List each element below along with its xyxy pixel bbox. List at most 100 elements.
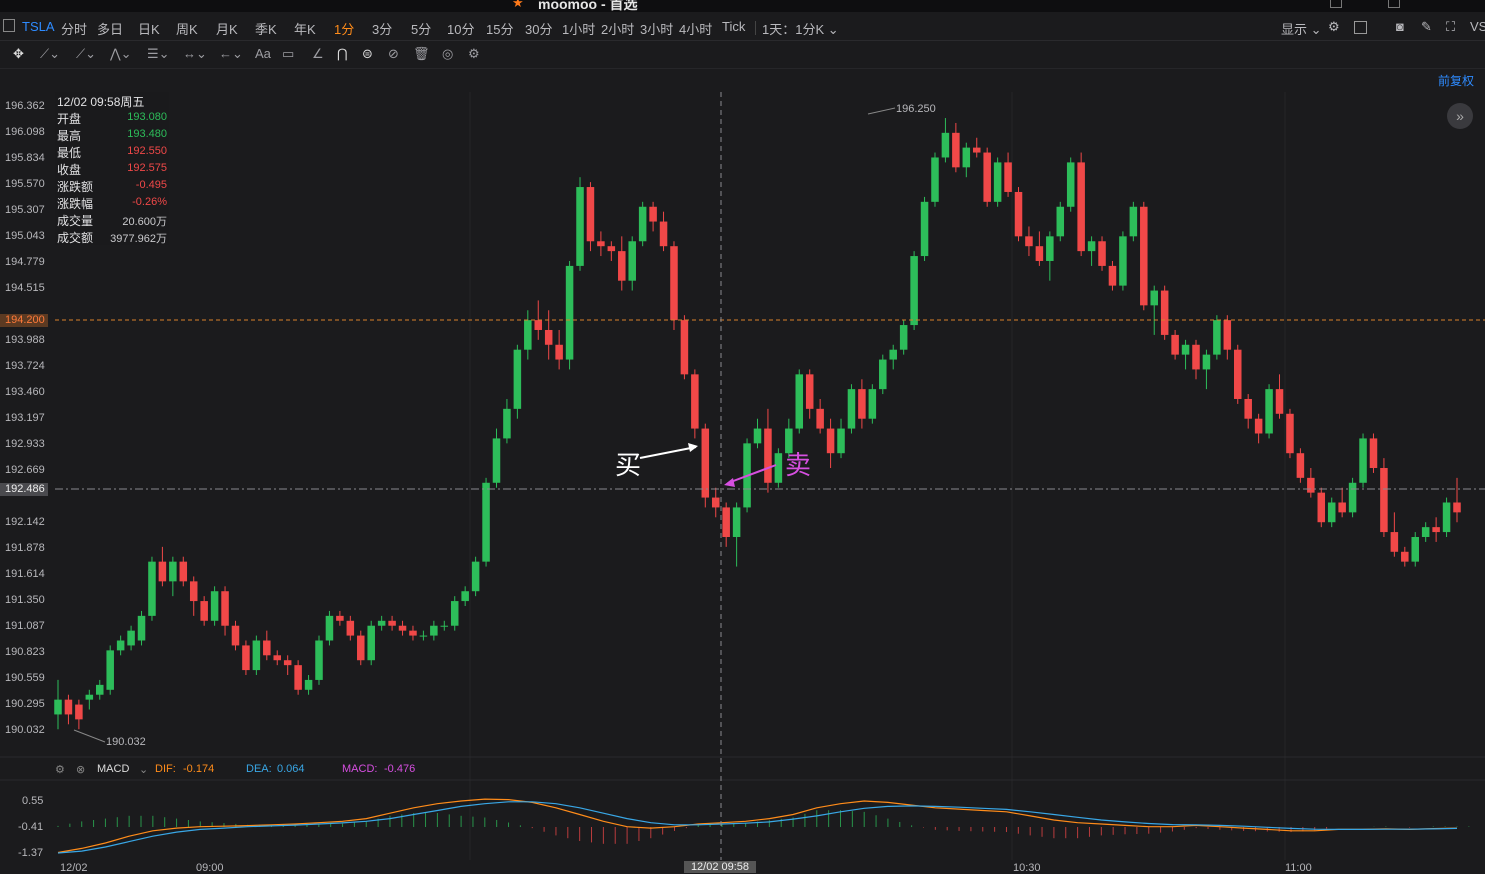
macd-settings-icon[interactable]: ⚙	[55, 763, 65, 776]
candle-body	[1244, 398, 1252, 419]
info-key: 成交额	[57, 231, 94, 245]
candle	[137, 610, 146, 646]
candle-body	[1338, 502, 1346, 513]
candle-body	[283, 660, 292, 666]
info-value: 192.575	[127, 162, 167, 174]
candle	[1160, 285, 1169, 340]
candle	[1014, 187, 1023, 242]
candle-body	[189, 581, 198, 602]
candle	[1213, 315, 1221, 360]
candle	[1453, 477, 1461, 523]
candle-body	[1453, 502, 1461, 513]
price-axis-tick: 191.087	[5, 620, 45, 632]
candle-body	[1359, 438, 1367, 483]
candle-body	[1432, 527, 1440, 533]
candle	[879, 354, 887, 395]
candle-body	[1233, 349, 1242, 399]
candle	[952, 122, 960, 173]
candle-body	[649, 206, 657, 222]
buy-arrowhead	[688, 443, 698, 452]
candle	[357, 630, 365, 666]
candle	[96, 679, 104, 700]
candle	[1432, 517, 1440, 542]
candle	[597, 231, 605, 257]
buy-annotation: 买	[615, 451, 641, 481]
candle	[1087, 236, 1096, 266]
price-axis-tick: 190.295	[5, 698, 45, 711]
price-axis-tick: 194.515	[5, 282, 45, 295]
candle	[304, 675, 313, 695]
chevron-down-icon[interactable]: ⌄	[139, 763, 148, 776]
candle-body	[889, 349, 897, 360]
candle	[972, 137, 981, 158]
candle	[1296, 448, 1305, 483]
candle	[732, 502, 741, 567]
price-axis-tick: 196.098	[5, 126, 45, 139]
candle-body	[931, 157, 939, 202]
candle	[701, 423, 710, 508]
candle-body	[304, 679, 313, 690]
candle	[210, 586, 219, 626]
price-axis-tick: 192.933	[5, 438, 45, 451]
candle-body	[430, 625, 438, 636]
candle	[1327, 497, 1336, 528]
candle	[116, 635, 125, 656]
candle	[1275, 374, 1284, 419]
candle	[805, 369, 814, 419]
macd-tick: -1.37	[18, 847, 44, 859]
candle	[252, 635, 261, 676]
price-axis-tick: 192.142	[5, 516, 45, 528]
candle-body	[450, 601, 459, 626]
candle-body	[1317, 492, 1326, 523]
candle	[64, 694, 73, 725]
candle	[1025, 226, 1033, 257]
candle-body	[75, 704, 83, 720]
candle-body	[858, 389, 866, 419]
high-price-label: 196.250	[896, 103, 936, 115]
price-axis-tick: 190.032	[5, 724, 45, 736]
candle	[1192, 339, 1200, 380]
candle	[1369, 433, 1378, 473]
macd-close-icon[interactable]: ⊗	[76, 763, 85, 776]
price-axis-tick: 191.878	[5, 542, 45, 555]
candle-body	[325, 615, 334, 641]
candle-body	[701, 428, 710, 498]
candle-body	[962, 147, 971, 168]
info-key: 开盘	[57, 112, 82, 126]
candle	[868, 384, 877, 424]
price-axis-tick: 190.823	[5, 646, 45, 659]
candle	[419, 630, 428, 641]
macd-tick: 0.55	[22, 795, 44, 807]
candle-body	[1254, 418, 1263, 434]
candle-body	[1369, 438, 1378, 468]
candle	[242, 640, 250, 676]
candle-body	[952, 132, 960, 168]
candle	[1056, 201, 1065, 242]
info-date: 12/02 09:58周五	[57, 95, 145, 109]
candle	[336, 610, 344, 626]
candle-body	[440, 625, 449, 627]
candle	[1181, 339, 1190, 370]
info-value: 20.600万	[122, 216, 167, 228]
candle-body	[534, 320, 543, 330]
candle	[649, 201, 657, 232]
expand-panel-icon[interactable]: »	[1447, 103, 1473, 129]
candle-body	[1192, 344, 1200, 370]
candle-body	[231, 625, 240, 646]
candle-body	[1119, 236, 1127, 286]
price-axis-tick: 191.350	[5, 594, 45, 607]
candle	[1129, 201, 1138, 242]
candle	[628, 236, 636, 291]
candle	[858, 379, 866, 429]
price-axis-tick: 195.834	[5, 152, 45, 165]
crosshair-price-tag: 192.486	[0, 483, 48, 496]
candle-body	[492, 438, 501, 483]
candlestick-chart[interactable]: 买 卖 196.250 190.032	[0, 0, 1485, 870]
candle-body	[116, 640, 125, 651]
price-axis-tick: 195.043	[5, 230, 45, 243]
price-axis-tick: 193.724	[5, 360, 45, 373]
candle-body	[544, 329, 553, 345]
candle	[1202, 349, 1211, 390]
candle	[1286, 408, 1294, 459]
macd-indicator-select[interactable]: MACD	[97, 763, 129, 775]
